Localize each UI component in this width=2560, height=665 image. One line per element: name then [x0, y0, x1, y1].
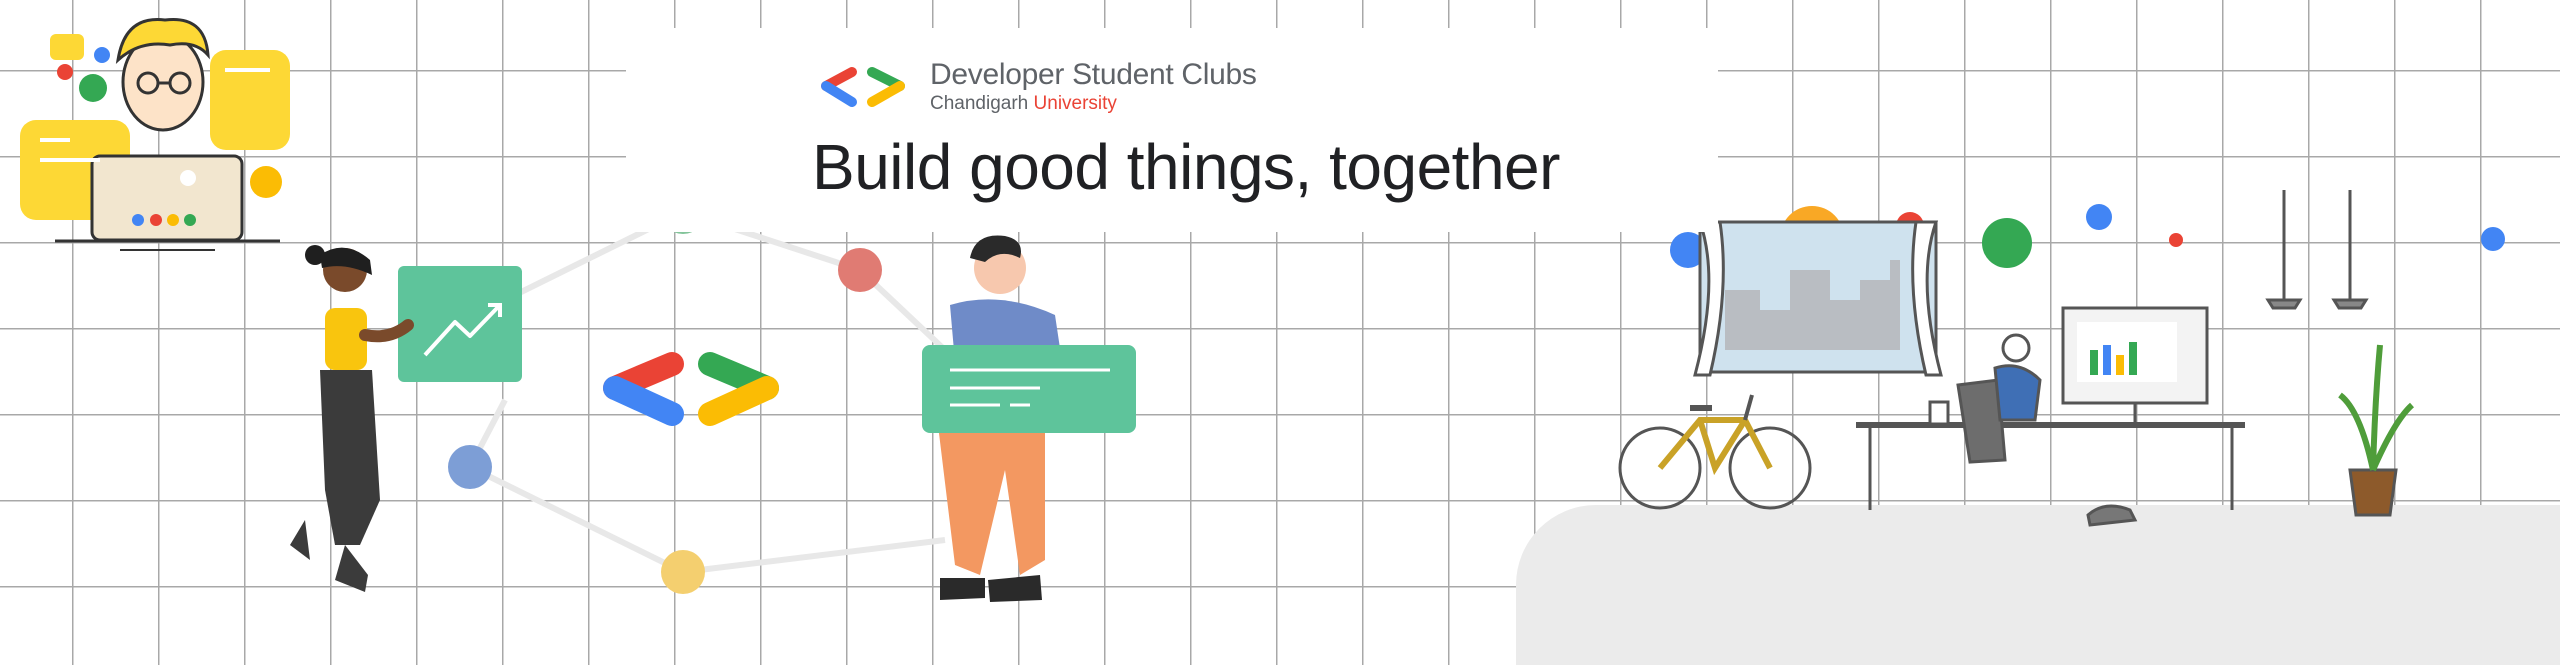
brand-subtitle: Chandigarh University [930, 93, 1117, 115]
developer-at-laptop [20, 17, 290, 251]
tagline: Build good things, together [812, 131, 1560, 203]
man-with-card [922, 235, 1136, 602]
network-node-red [838, 248, 882, 292]
brand-name: Developer Student Clubs [930, 58, 1257, 91]
dsc-logo-icon [821, 67, 905, 107]
network-node-blue [448, 445, 492, 489]
woman-with-chart [290, 245, 522, 592]
brand-subtitle-suffix: University [1033, 93, 1117, 114]
network-node-yellow [661, 550, 705, 594]
brand-subtitle-prefix: Chandigarh [930, 93, 1029, 114]
dsc-logo-icon [603, 352, 779, 426]
